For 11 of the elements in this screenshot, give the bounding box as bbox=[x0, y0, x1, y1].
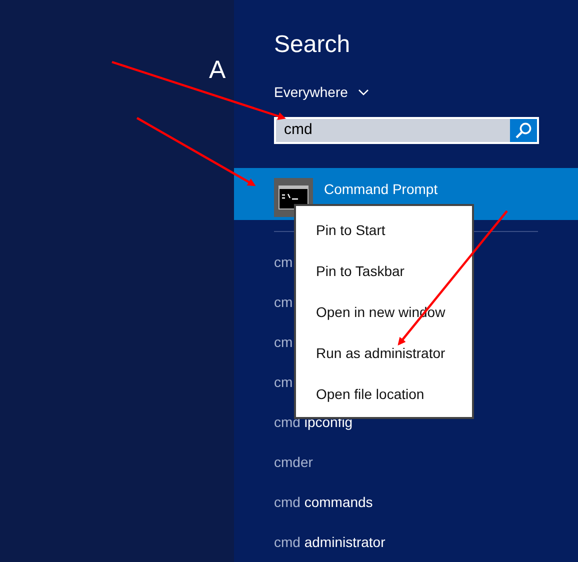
search-suggestion[interactable]: cm bbox=[274, 362, 293, 402]
chevron-down-icon bbox=[358, 89, 369, 96]
search-suggestion[interactable]: cmder bbox=[274, 442, 313, 482]
pane-title: Search bbox=[274, 30, 350, 60]
search-suggestion[interactable]: cm bbox=[274, 282, 293, 322]
search-suggestion[interactable]: cmd administrator bbox=[274, 522, 386, 562]
partial-heading: A bbox=[209, 58, 227, 83]
scope-dropdown[interactable]: Everywhere bbox=[274, 82, 369, 103]
search-suggestion[interactable]: cm bbox=[274, 242, 293, 282]
search-suggestion[interactable]: cmd commands bbox=[274, 482, 373, 522]
search-suggestion[interactable]: cm bbox=[274, 322, 293, 362]
